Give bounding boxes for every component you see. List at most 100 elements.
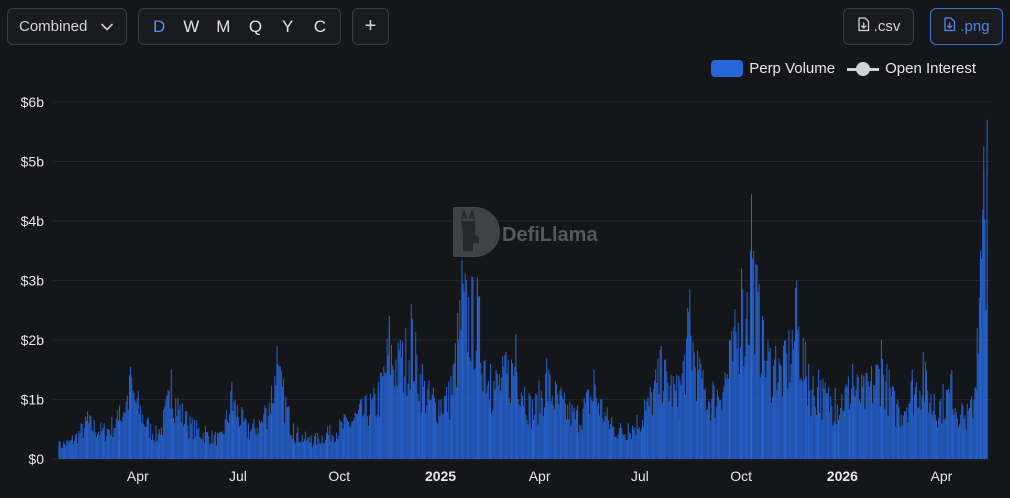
bar[interactable] bbox=[745, 319, 747, 459]
bar[interactable] bbox=[155, 425, 157, 459]
bar[interactable] bbox=[435, 402, 437, 459]
bar[interactable] bbox=[126, 395, 128, 459]
bar[interactable] bbox=[101, 430, 103, 459]
bar[interactable] bbox=[670, 374, 672, 459]
bar[interactable] bbox=[297, 427, 299, 459]
bar[interactable] bbox=[405, 328, 407, 459]
bar[interactable] bbox=[76, 433, 78, 459]
bar[interactable] bbox=[919, 390, 921, 459]
bar-peak[interactable] bbox=[627, 423, 629, 459]
bar-peak[interactable] bbox=[505, 351, 507, 459]
bar[interactable] bbox=[862, 386, 864, 459]
bar[interactable] bbox=[640, 428, 642, 459]
bar[interactable] bbox=[263, 413, 265, 459]
bar[interactable] bbox=[218, 433, 220, 459]
bar[interactable] bbox=[203, 442, 205, 459]
bar[interactable] bbox=[317, 432, 319, 459]
bar[interactable] bbox=[385, 373, 387, 459]
bar[interactable] bbox=[943, 419, 945, 459]
bar[interactable] bbox=[549, 374, 551, 459]
bar[interactable] bbox=[371, 399, 373, 459]
bar[interactable] bbox=[290, 434, 292, 459]
bar[interactable] bbox=[272, 403, 274, 459]
bar[interactable] bbox=[585, 392, 587, 459]
bar[interactable] bbox=[362, 416, 364, 459]
bar-peak[interactable] bbox=[922, 351, 924, 459]
bar[interactable] bbox=[210, 443, 212, 459]
bar[interactable] bbox=[280, 371, 282, 459]
bar[interactable] bbox=[765, 377, 767, 459]
bar[interactable] bbox=[795, 287, 797, 459]
bar[interactable] bbox=[865, 373, 867, 459]
bar[interactable] bbox=[400, 357, 402, 459]
bar[interactable] bbox=[884, 408, 886, 459]
bar[interactable] bbox=[716, 389, 718, 459]
bar[interactable] bbox=[931, 414, 933, 459]
bar[interactable] bbox=[136, 398, 138, 459]
bar[interactable] bbox=[370, 393, 372, 459]
bar[interactable] bbox=[207, 432, 209, 459]
bar[interactable] bbox=[485, 393, 487, 459]
bar-peak[interactable] bbox=[775, 345, 777, 459]
bar[interactable] bbox=[192, 439, 194, 459]
bar[interactable] bbox=[84, 416, 86, 459]
bar[interactable] bbox=[178, 409, 180, 459]
bar[interactable] bbox=[94, 432, 96, 459]
bar[interactable] bbox=[446, 386, 448, 459]
bar[interactable] bbox=[814, 407, 816, 459]
bar[interactable] bbox=[267, 416, 269, 459]
bar[interactable] bbox=[890, 396, 892, 459]
bar-peak[interactable] bbox=[976, 328, 978, 459]
bar[interactable] bbox=[821, 419, 823, 459]
bar-peak[interactable] bbox=[450, 375, 452, 459]
bar[interactable] bbox=[102, 427, 104, 459]
bar[interactable] bbox=[209, 444, 211, 459]
bar[interactable] bbox=[948, 389, 950, 459]
bar[interactable] bbox=[148, 438, 150, 459]
bar[interactable] bbox=[564, 403, 566, 459]
bar[interactable] bbox=[283, 378, 285, 459]
bar[interactable] bbox=[938, 418, 940, 459]
bar[interactable] bbox=[767, 340, 769, 459]
bar[interactable] bbox=[901, 425, 903, 459]
bar[interactable] bbox=[847, 376, 849, 459]
bar[interactable] bbox=[754, 354, 756, 459]
bar-peak[interactable] bbox=[377, 381, 379, 459]
bar[interactable] bbox=[77, 443, 79, 459]
bar[interactable] bbox=[592, 401, 594, 459]
bar[interactable] bbox=[618, 427, 620, 459]
bar[interactable] bbox=[763, 319, 765, 459]
bar[interactable] bbox=[268, 402, 270, 459]
bar[interactable] bbox=[695, 401, 697, 459]
bar[interactable] bbox=[615, 436, 617, 459]
bar[interactable] bbox=[346, 420, 348, 459]
bar[interactable] bbox=[367, 425, 369, 459]
bar[interactable] bbox=[315, 433, 317, 459]
bar[interactable] bbox=[575, 410, 577, 459]
bar[interactable] bbox=[61, 448, 63, 459]
bar[interactable] bbox=[427, 388, 429, 459]
bar[interactable] bbox=[133, 392, 135, 459]
bar[interactable] bbox=[803, 379, 805, 459]
bar[interactable] bbox=[831, 406, 833, 459]
bar[interactable] bbox=[668, 400, 670, 459]
bar[interactable] bbox=[622, 433, 624, 459]
bar-peak[interactable] bbox=[476, 277, 478, 459]
bar[interactable] bbox=[673, 384, 675, 459]
bar[interactable] bbox=[899, 427, 901, 459]
bar[interactable] bbox=[637, 428, 639, 459]
bar[interactable] bbox=[88, 423, 90, 459]
bar[interactable] bbox=[350, 424, 352, 459]
bar[interactable] bbox=[333, 442, 335, 459]
bar[interactable] bbox=[137, 391, 139, 459]
bar[interactable] bbox=[166, 395, 168, 459]
bar-peak[interactable] bbox=[147, 417, 149, 459]
bar-peak[interactable] bbox=[700, 363, 702, 459]
bar[interactable] bbox=[764, 360, 766, 459]
bar[interactable] bbox=[866, 372, 868, 459]
bar[interactable] bbox=[503, 366, 505, 459]
bar[interactable] bbox=[482, 391, 484, 459]
bar[interactable] bbox=[570, 426, 572, 459]
bar[interactable] bbox=[693, 352, 695, 459]
bar[interactable] bbox=[468, 296, 470, 459]
